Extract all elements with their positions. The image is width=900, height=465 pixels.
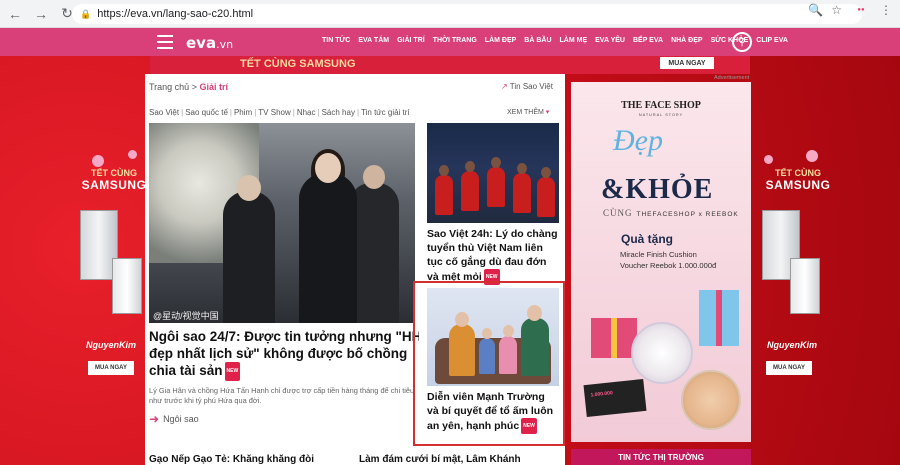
side-article-1-image[interactable] <box>427 123 559 223</box>
washing-machine-image <box>790 258 820 314</box>
right-ad-buy-button[interactable]: MUA NGAY <box>766 361 812 375</box>
forward-icon[interactable]: → <box>30 3 52 25</box>
nav-item-11[interactable]: CLIP EVA <box>756 37 788 44</box>
nav-item-0[interactable]: TIN TỨC <box>322 37 350 44</box>
browser-toolbar: ← → ↻ 🔒 https://eva.vn/lang-sao-c20.html… <box>0 0 900 28</box>
right-ad-tet: TẾT CÙNG <box>775 168 821 178</box>
main-article-title[interactable]: Ngôi sao 24/7: Được tin tưởng nhưng "HH … <box>149 328 419 381</box>
image-watermark: @星动/视觉中国 <box>153 311 219 321</box>
hamburger-menu-icon[interactable] <box>157 35 173 49</box>
breadcrumb-separator: > <box>191 82 197 92</box>
sub-tab-1[interactable]: Sao quốc tế <box>179 108 228 117</box>
sub-tabs: Sao ViệtSao quốc tếPhimTV ShowNhạcSách h… <box>149 108 410 117</box>
breadcrumb: Trang chủ > Giải trí <box>149 82 228 92</box>
back-icon[interactable]: ← <box>4 3 26 25</box>
left-ad-buy-button[interactable]: MUA NGAY <box>88 361 134 375</box>
extension-icon[interactable]: ●● <box>850 3 872 17</box>
zoom-icon[interactable]: 🔍 <box>808 3 823 17</box>
nav-item-4[interactable]: LÀM ĐẸP <box>485 37 517 44</box>
sub-tab-4[interactable]: Nhạc <box>291 108 316 117</box>
breadcrumb-current[interactable]: Giải trí <box>200 82 229 92</box>
sub-tab-2[interactable]: Phim <box>228 108 252 117</box>
toolbar-actions: 🔍 ☆ ●● ⋮ <box>808 3 892 17</box>
advertisement-label: Advertisement <box>714 75 750 81</box>
nav-item-9[interactable]: NHÀ ĐẸP <box>671 37 703 44</box>
voucher-image: 1.000.000 <box>583 378 647 418</box>
sub-tab-3[interactable]: TV Show <box>252 108 290 117</box>
washing-machine-image <box>112 258 142 314</box>
flower-icon <box>764 155 773 164</box>
ad-offer-2: Voucher Reebok 1.000.000đ <box>620 261 717 270</box>
main-article-image[interactable]: @星动/视觉中国 <box>149 123 415 323</box>
new-badge: NEW <box>521 418 537 434</box>
site-logo[interactable]: eva.vn <box>186 34 233 52</box>
lock-icon: 🔒 <box>80 8 92 19</box>
url-text: https://eva.vn/lang-sao-c20.html <box>97 8 254 20</box>
left-ad-retailer: NguyenKim <box>85 340 136 350</box>
flower-icon <box>92 155 104 167</box>
site-header: eva.vn TIN TỨC EVA TÁM GIẢI TRÍ THỜI TRANG L… <box>0 28 900 56</box>
side-article-2-title[interactable]: Diễn viên Mạnh Trường và bí quyết để tổ … <box>427 390 563 434</box>
nav-item-5[interactable]: BÀ BẦU <box>524 37 551 44</box>
sub-tab-0[interactable]: Sao Việt <box>149 108 179 117</box>
main-article-summary: Lý Gia Hân và chồng Hứa Tấn Hanh chỉ đượ… <box>149 386 415 405</box>
market-news-bar[interactable]: TIN TỨC THỊ TRƯỜNG <box>571 449 751 465</box>
right-ad-brand: SAMSUNG <box>765 178 831 192</box>
bookmark-star-icon[interactable]: ☆ <box>831 3 842 17</box>
nav-item-2[interactable]: GIẢI TRÍ <box>397 37 425 44</box>
trending-icon: ↗ <box>501 82 508 91</box>
nav-item-8[interactable]: BẾP EVA <box>633 37 663 44</box>
nav-item-7[interactable]: EVA YÊU <box>595 37 625 44</box>
address-bar[interactable]: 🔒 https://eva.vn/lang-sao-c20.html <box>72 4 862 24</box>
nav-item-6[interactable]: LÀM MẸ <box>560 37 588 44</box>
side-article-1-title[interactable]: Sao Việt 24h: Lý do chàng tuyển thủ Việt… <box>427 227 563 285</box>
caret-down-icon: ▾ <box>545 109 550 116</box>
sub-tab-6[interactable]: Tin tức giải trí <box>355 108 410 117</box>
bottom-teaser-right[interactable]: Làm đám cưới bí mật, Lâm Khánh <box>359 454 521 465</box>
menu-dots-icon[interactable]: ⋮ <box>880 3 892 17</box>
top-banner-text: TẾT CÙNG SAMSUNG <box>240 58 356 70</box>
side-article-2-image[interactable] <box>427 288 559 386</box>
more-dropdown[interactable]: XEM THÊM ▾ <box>507 108 549 116</box>
new-badge: NEW <box>224 362 241 381</box>
trending-link[interactable]: ↗ Tin Sao Việt <box>501 82 553 91</box>
nav-item-1[interactable]: EVA TÁM <box>358 37 389 44</box>
main-article-category[interactable]: ➜ Ngôi sao <box>149 412 199 426</box>
ad-offer-1: Miracle Finish Cushion <box>620 250 697 259</box>
flower-icon <box>806 150 818 162</box>
arrow-right-icon: ➜ <box>149 412 160 426</box>
nav-item-3[interactable]: THỜI TRANG <box>433 37 477 44</box>
content-column: Trang chủ > Giải trí ↗ Tin Sao Việt Sao … <box>145 74 565 465</box>
flower-icon <box>128 150 137 159</box>
search-icon[interactable]: ⚲ <box>732 32 752 52</box>
ad-headline-1: Đẹp <box>613 124 663 157</box>
top-banner-buy-button[interactable]: MUA NGAY <box>660 57 714 69</box>
cushion-product-image <box>631 322 693 384</box>
bottom-teaser-left[interactable]: Gạo Nếp Gạo Tẻ: Khăng khăng đòi <box>149 454 314 465</box>
cushion-compact-image <box>681 370 741 430</box>
ad-gift-title: Quà tặng <box>621 232 674 246</box>
ad-headline-2: &KHỎE <box>601 174 714 205</box>
main-nav: TIN TỨC EVA TÁM GIẢI TRÍ THỜI TRANG LÀM ĐẸP B… <box>322 37 788 44</box>
ad-brand: THE FACE SHOP <box>621 100 701 111</box>
right-ad-retailer: NguyenKim <box>766 340 817 350</box>
face-shop-ad[interactable]: THE FACE SHOP NATURAL STORY Đẹp &KHỎE CÙ… <box>571 82 751 442</box>
ad-brand-sub: NATURAL STORY <box>638 113 684 117</box>
sub-tab-5[interactable]: Sách hay <box>316 108 355 117</box>
ad-partner: CÙNG THEFACESHOP x REEBOK <box>603 208 739 218</box>
bottom-teasers: Gạo Nếp Gạo Tẻ: Khăng khăng đòi Làm đám … <box>149 454 569 465</box>
breadcrumb-home[interactable]: Trang chủ <box>149 82 189 92</box>
